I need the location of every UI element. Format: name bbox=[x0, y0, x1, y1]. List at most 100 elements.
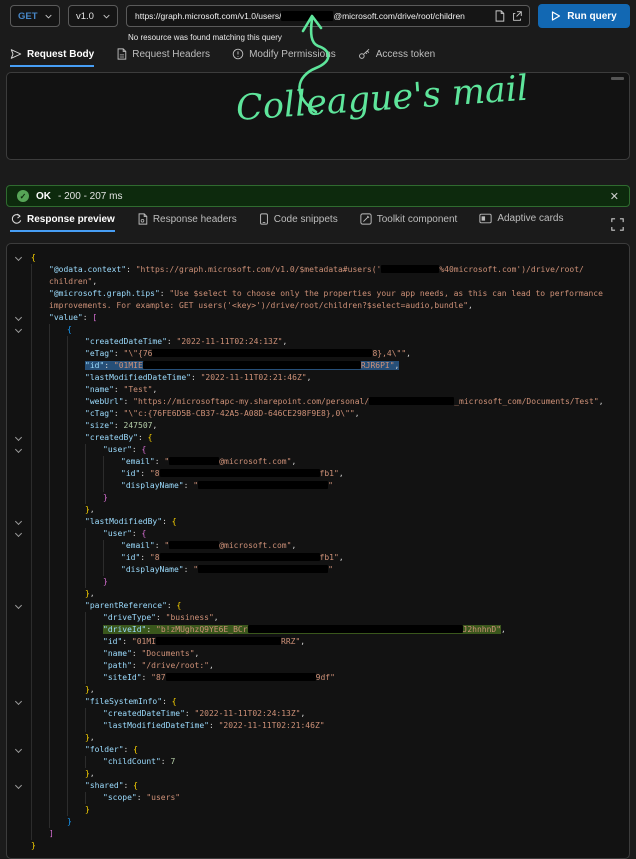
collapse-chevron-icon[interactable] bbox=[14, 601, 23, 610]
redaction-box bbox=[169, 457, 220, 465]
gutter bbox=[7, 816, 31, 828]
code-line: "lastModifiedDateTime": "2022-11-11T02:2… bbox=[7, 372, 629, 384]
redaction-box bbox=[281, 11, 334, 21]
code-line: "createdDateTime": "2022-11-11T02:24:13Z… bbox=[7, 336, 629, 348]
code-line: }, bbox=[7, 684, 629, 696]
code-line: "value": [ bbox=[7, 312, 629, 324]
document-icon[interactable] bbox=[494, 10, 505, 22]
tab-toolkit-component[interactable]: Toolkit component bbox=[360, 213, 457, 230]
tab-request-body[interactable]: Request Body bbox=[10, 48, 95, 67]
code-line: "email": " @microsoft.com", bbox=[7, 456, 629, 468]
code-line: "id": "8 fb1", bbox=[7, 552, 629, 564]
code-line: "fileSystemInfo": { bbox=[7, 696, 629, 708]
run-query-button[interactable]: Run query bbox=[538, 4, 630, 28]
code-line: "@odata.context": "https://graph.microso… bbox=[7, 264, 629, 276]
gutter bbox=[7, 372, 31, 384]
redaction-box bbox=[198, 565, 329, 573]
gutter bbox=[7, 516, 31, 528]
tab-response-preview[interactable]: Response preview bbox=[10, 213, 115, 232]
gutter bbox=[7, 300, 31, 312]
gutter bbox=[7, 456, 31, 468]
code-line: "email": " @microsoft.com", bbox=[7, 540, 629, 552]
tab-response-headers[interactable]: Response headers bbox=[137, 213, 237, 230]
gutter bbox=[7, 492, 31, 504]
gutter bbox=[7, 804, 31, 816]
gutter bbox=[7, 504, 31, 516]
share-icon[interactable] bbox=[511, 10, 523, 22]
status-detail: - 200 - 207 ms bbox=[58, 190, 123, 202]
gutter bbox=[7, 444, 31, 456]
gutter bbox=[7, 408, 31, 420]
redaction-box bbox=[165, 673, 316, 681]
response-arrow-icon bbox=[11, 213, 22, 224]
collapse-chevron-icon[interactable] bbox=[14, 325, 23, 334]
collapse-chevron-icon[interactable] bbox=[14, 697, 23, 706]
gutter bbox=[7, 360, 31, 372]
gutter bbox=[7, 564, 31, 576]
code-line: "displayName": " " bbox=[7, 480, 629, 492]
code-line: "lastModifiedDateTime": "2022-11-11T02:2… bbox=[7, 720, 629, 732]
tab-access-token[interactable]: Access token bbox=[358, 48, 435, 65]
code-line: "scope": "users" bbox=[7, 792, 629, 804]
close-icon[interactable]: ✕ bbox=[610, 190, 619, 203]
code-line: }, bbox=[7, 768, 629, 780]
tab-request-headers[interactable]: Request Headers bbox=[116, 48, 210, 65]
annotation-highlight: "driveId": "b!zMUghzQ9YE6E_BCr J2hnhnD" bbox=[103, 625, 502, 634]
collapse-chevron-icon[interactable] bbox=[14, 781, 23, 790]
code-line: "path": "/drive/root:", bbox=[7, 660, 629, 672]
code-line: "cTag": "\"c:{76FE6D5B-CB37-42A5-A08D-64… bbox=[7, 408, 629, 420]
gutter bbox=[7, 288, 31, 300]
gutter bbox=[7, 420, 31, 432]
gutter bbox=[7, 612, 31, 624]
scrollbar-handle[interactable] bbox=[611, 77, 624, 80]
gutter bbox=[7, 528, 31, 540]
code-line: children", bbox=[7, 276, 629, 288]
code-line: } bbox=[7, 804, 629, 816]
expand-icon[interactable] bbox=[611, 218, 624, 231]
tab-adaptive-cards[interactable]: Adaptive cards bbox=[479, 213, 563, 229]
toolkit-icon bbox=[360, 213, 372, 225]
collapse-chevron-icon[interactable] bbox=[14, 445, 23, 454]
gutter bbox=[7, 312, 31, 324]
code-line: improvements. For example: GET users('<k… bbox=[7, 300, 629, 312]
collapse-chevron-icon[interactable] bbox=[14, 529, 23, 538]
code-line: }, bbox=[7, 588, 629, 600]
request-body-editor[interactable] bbox=[6, 72, 630, 160]
code-line: } bbox=[7, 816, 629, 828]
code-line: "size": 247507, bbox=[7, 420, 629, 432]
method-dropdown[interactable]: GET bbox=[10, 5, 60, 27]
status-label: OK bbox=[36, 190, 51, 202]
code-line: "createdBy": { bbox=[7, 432, 629, 444]
gutter bbox=[7, 576, 31, 588]
collapse-chevron-icon[interactable] bbox=[14, 433, 23, 442]
selection-highlight: "id": "01MIE RJR6PI", bbox=[85, 361, 400, 370]
method-label: GET bbox=[18, 10, 38, 22]
code-line: } bbox=[7, 492, 629, 504]
gutter bbox=[7, 672, 31, 684]
gutter bbox=[7, 468, 31, 480]
gutter bbox=[7, 660, 31, 672]
gutter bbox=[7, 600, 31, 612]
send-icon bbox=[10, 49, 22, 59]
gutter bbox=[7, 252, 31, 264]
url-input[interactable]: https://graph.microsoft.com/v1.0/users/@… bbox=[126, 5, 530, 27]
gutter bbox=[7, 636, 31, 648]
version-label: v1.0 bbox=[76, 10, 94, 22]
version-dropdown[interactable]: v1.0 bbox=[68, 5, 118, 27]
collapse-chevron-icon[interactable] bbox=[14, 253, 23, 262]
gutter bbox=[7, 696, 31, 708]
tab-modify-permissions[interactable]: Modify Permissions bbox=[232, 48, 336, 65]
code-line: "id": "01MIE RJR6PI", bbox=[7, 360, 629, 372]
gutter bbox=[7, 648, 31, 660]
collapse-chevron-icon[interactable] bbox=[14, 517, 23, 526]
tab-code-snippets[interactable]: Code snippets bbox=[259, 213, 338, 230]
gutter bbox=[7, 324, 31, 336]
response-viewer[interactable]: {"@odata.context": "https://graph.micros… bbox=[6, 243, 630, 859]
redaction-box bbox=[159, 469, 320, 477]
collapse-chevron-icon[interactable] bbox=[14, 745, 23, 754]
code-line: "user": { bbox=[7, 444, 629, 456]
redaction-box bbox=[198, 481, 329, 489]
collapse-chevron-icon[interactable] bbox=[14, 313, 23, 322]
code-line: }, bbox=[7, 504, 629, 516]
chevron-down-icon bbox=[103, 14, 110, 19]
